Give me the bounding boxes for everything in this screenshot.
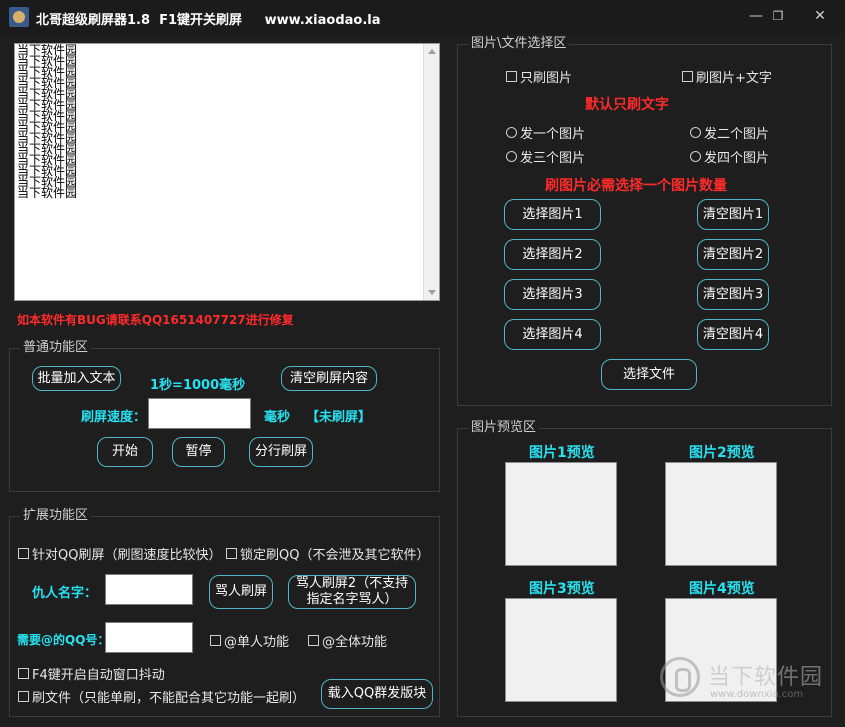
checkbox-box[interactable] xyxy=(18,548,29,559)
preview1-image xyxy=(505,462,617,566)
speed-input[interactable] xyxy=(148,398,251,429)
checkbox-box[interactable] xyxy=(210,635,221,646)
checkbox-box[interactable] xyxy=(682,71,693,82)
clear-image2-button[interactable]: 清空图片2 xyxy=(697,239,769,270)
lock-qq-checkbox[interactable]: 锁定刷QQ（不会泄及其它软件） xyxy=(226,544,429,563)
send-two-label: 发二个图片 xyxy=(704,127,770,142)
at-qq-label: 需要@的QQ号： xyxy=(17,633,110,647)
select-legend: 图片\文件选择区 xyxy=(468,36,570,52)
log-lines: 当下软件园 当下软件园 当下软件园 当下软件园 当下软件园 当下软件园 当下软件园 当下软件园… xyxy=(17,44,78,200)
at-qq-input[interactable] xyxy=(105,622,193,653)
at-single-label: @单人功能 xyxy=(224,635,290,650)
time-hint: 1秒=1000毫秒 xyxy=(150,378,246,393)
only-image-label: 只刷图片 xyxy=(520,71,573,86)
split-refresh-button[interactable]: 分行刷屏 xyxy=(249,437,313,467)
send-four-radio[interactable]: 发四个图片 xyxy=(690,147,769,166)
image-text-label: 刷图片+文字 xyxy=(696,71,772,86)
clear-content-button[interactable]: 清空刷屏内容 xyxy=(281,366,377,391)
clear-image3-button[interactable]: 清空图片3 xyxy=(697,279,769,310)
at-all-checkbox[interactable]: @全体功能 xyxy=(308,631,387,650)
file-refresh-label: 刷文件（只能单刷，不能配合其它功能一起刷） xyxy=(32,691,306,706)
select-image2-button[interactable]: 选择图片2 xyxy=(504,239,601,270)
log-textarea[interactable]: 当下软件园 当下软件园 当下软件园 当下软件园 当下软件园 当下软件园 当下软件园 当下软件园… xyxy=(14,43,440,301)
only-image-checkbox[interactable]: 只刷图片 xyxy=(506,67,572,86)
restore-icon[interactable]: ❐ xyxy=(766,6,790,26)
clear-image4-button[interactable]: 清空图片4 xyxy=(697,319,769,350)
f4-shake-label: F4键开启自动窗口抖动 xyxy=(32,668,165,683)
app-icon xyxy=(9,7,29,27)
preview2-image xyxy=(665,462,777,566)
window-title: 北哥超级刷屏器1.8 F1键开关刷屏 www.xiaodao.la xyxy=(36,13,381,28)
qq-refresh-label: 针对QQ刷屏（刷图速度比较快） xyxy=(32,548,222,563)
curse-refresh-button[interactable]: 骂人刷屏 xyxy=(209,575,273,609)
lock-qq-label: 锁定刷QQ（不会泄及其它软件） xyxy=(240,548,430,563)
file-refresh-checkbox[interactable]: 刷文件（只能单刷，不能配合其它功能一起刷） xyxy=(18,687,305,706)
log-line: 当下软件园 xyxy=(17,186,78,200)
preview2-label: 图片2预览 xyxy=(689,445,755,461)
load-group-button[interactable]: 载入QQ群发版块 xyxy=(321,679,433,709)
send-three-label: 发三个图片 xyxy=(520,151,586,166)
pause-button[interactable]: 暂停 xyxy=(172,437,225,467)
checkbox-box[interactable] xyxy=(18,668,29,679)
extended-legend: 扩展功能区 xyxy=(20,508,92,524)
f4-shake-checkbox[interactable]: F4键开启自动窗口抖动 xyxy=(18,664,165,683)
batch-add-button[interactable]: 批量加入文本 xyxy=(32,366,121,391)
select-file-button[interactable]: 选择文件 xyxy=(601,359,697,390)
radio-circle[interactable] xyxy=(690,127,701,138)
radio-circle[interactable] xyxy=(506,151,517,162)
speed-label: 刷屏速度： xyxy=(81,410,147,425)
checkbox-box[interactable] xyxy=(226,548,237,559)
start-button[interactable]: 开始 xyxy=(97,437,153,467)
scroll-down-icon[interactable] xyxy=(428,290,436,295)
close-icon[interactable]: ✕ xyxy=(808,6,832,26)
clear-image1-button[interactable]: 清空图片1 xyxy=(697,199,769,230)
at-all-label: @全体功能 xyxy=(322,635,388,650)
must-select-notice: 刷图片必需选择一个图片数量 xyxy=(545,178,727,194)
select-image1-button[interactable]: 选择图片1 xyxy=(504,199,601,230)
bug-notice: 如本软件有BUG请联系QQ1651407727进行修复 xyxy=(17,313,294,327)
watermark-logo-icon xyxy=(660,657,700,697)
preview3-image xyxy=(505,598,617,702)
preview4-label: 图片4预览 xyxy=(689,581,755,597)
send-one-radio[interactable]: 发一个图片 xyxy=(506,123,585,142)
checkbox-box[interactable] xyxy=(18,691,29,702)
basic-legend: 普通功能区 xyxy=(20,340,92,356)
checkbox-box[interactable] xyxy=(308,635,319,646)
send-one-label: 发一个图片 xyxy=(520,127,586,142)
watermark: 当下软件园 www.downxia.com xyxy=(660,655,840,715)
image-text-checkbox[interactable]: 刷图片+文字 xyxy=(682,67,772,86)
scroll-up-icon[interactable] xyxy=(428,49,436,54)
curse-refresh2-button[interactable]: 骂人刷屏2（不支持指定名字骂人） xyxy=(288,575,416,609)
watermark-text: 当下软件园 xyxy=(708,665,824,690)
qq-refresh-checkbox[interactable]: 针对QQ刷屏（刷图速度比较快） xyxy=(18,544,221,563)
at-single-checkbox[interactable]: @单人功能 xyxy=(210,631,289,650)
enemy-name-input[interactable] xyxy=(105,574,193,605)
select-image4-button[interactable]: 选择图片4 xyxy=(504,319,601,350)
send-three-radio[interactable]: 发三个图片 xyxy=(506,147,585,166)
checkbox-box[interactable] xyxy=(506,71,517,82)
status-badge: 【未刷屏】 xyxy=(306,410,372,425)
preview1-label: 图片1预览 xyxy=(529,445,595,461)
enemy-name-label: 仇人名字： xyxy=(32,586,98,601)
log-scrollbar[interactable] xyxy=(423,44,439,300)
title-bar: 北哥超级刷屏器1.8 F1键开关刷屏 www.xiaodao.la — ❐ ✕ xyxy=(0,0,845,34)
watermark-url: www.downxia.com xyxy=(710,689,804,700)
send-four-label: 发四个图片 xyxy=(704,151,770,166)
radio-circle[interactable] xyxy=(506,127,517,138)
select-image3-button[interactable]: 选择图片3 xyxy=(504,279,601,310)
send-two-radio[interactable]: 发二个图片 xyxy=(690,123,769,142)
minimize-icon[interactable]: — xyxy=(744,6,768,26)
radio-circle[interactable] xyxy=(690,151,701,162)
default-text-notice: 默认只刷文字 xyxy=(585,97,669,113)
unit-label: 毫秒 xyxy=(264,410,291,425)
preview-legend: 图片预览区 xyxy=(468,420,540,436)
preview3-label: 图片3预览 xyxy=(529,581,595,597)
